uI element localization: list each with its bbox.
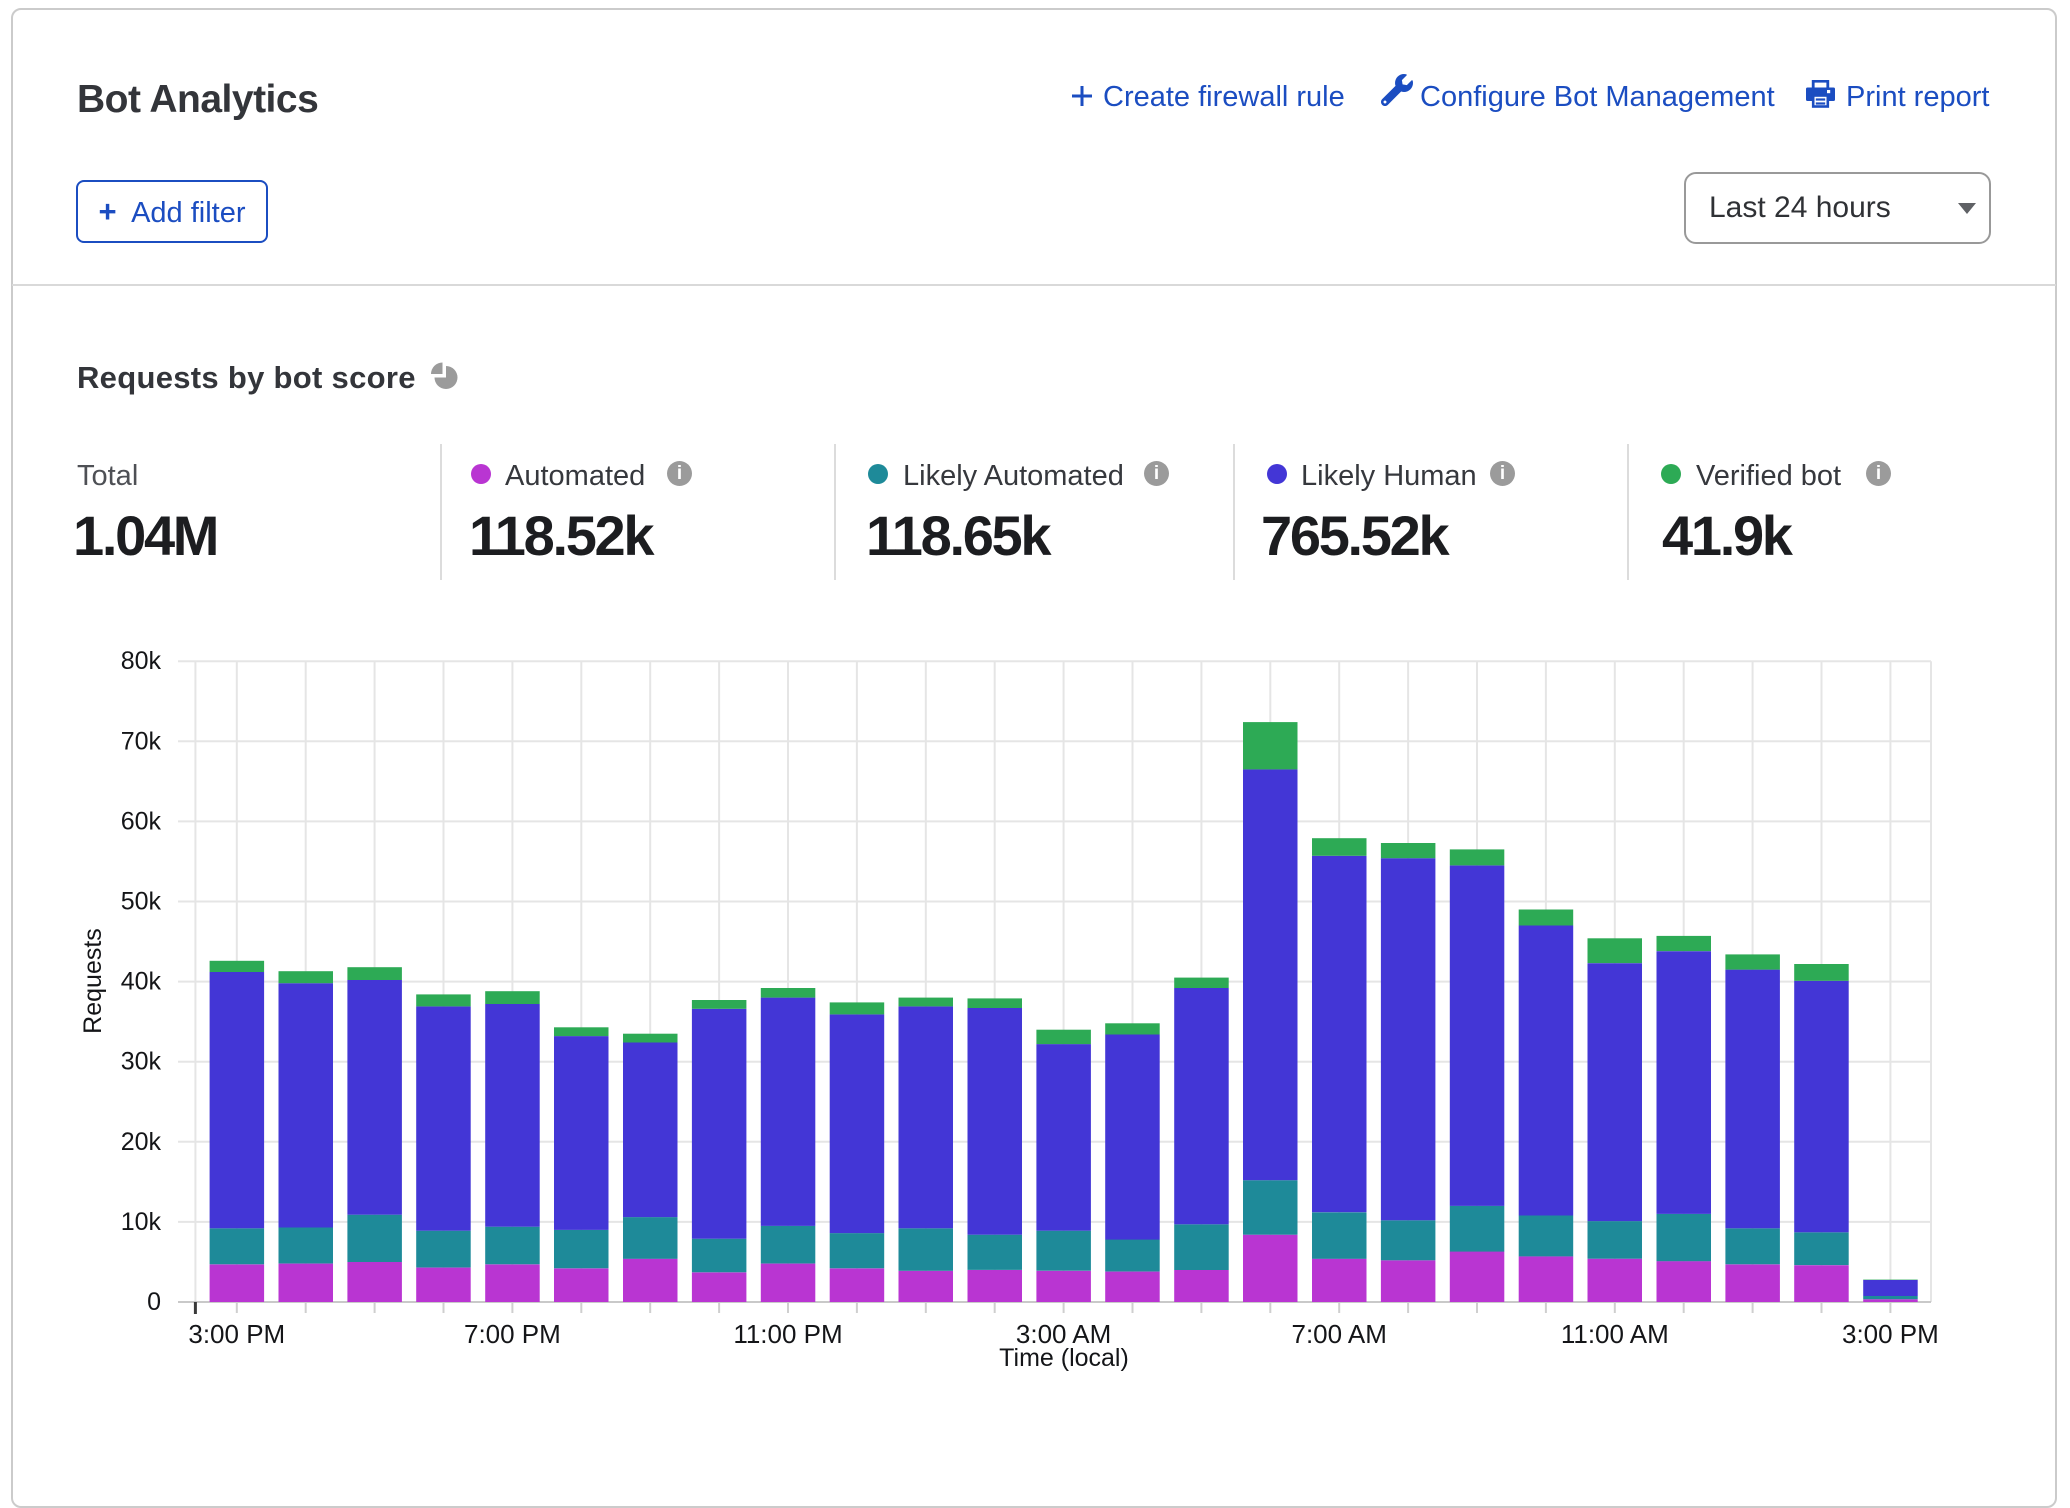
svg-text:70k: 70k [121,727,162,755]
svg-text:30k: 30k [121,1048,162,1076]
svg-text:80k: 80k [121,647,162,675]
svg-text:50k: 50k [121,888,162,916]
svg-text:Time (local): Time (local) [999,1344,1129,1372]
svg-text:7:00 AM: 7:00 AM [1291,1319,1386,1349]
svg-text:20k: 20k [121,1128,162,1156]
svg-text:60k: 60k [121,807,162,835]
svg-text:11:00 AM: 11:00 AM [1561,1319,1669,1349]
svg-text:Requests: Requests [79,928,107,1034]
svg-text:40k: 40k [121,968,162,996]
svg-text:11:00 PM: 11:00 PM [733,1319,842,1349]
svg-text:7:00 PM: 7:00 PM [464,1319,561,1349]
svg-text:3:00 PM: 3:00 PM [188,1319,285,1349]
svg-text:0: 0 [147,1288,161,1316]
svg-text:3:00 PM: 3:00 PM [1842,1319,1939,1349]
svg-text:10k: 10k [121,1208,162,1236]
